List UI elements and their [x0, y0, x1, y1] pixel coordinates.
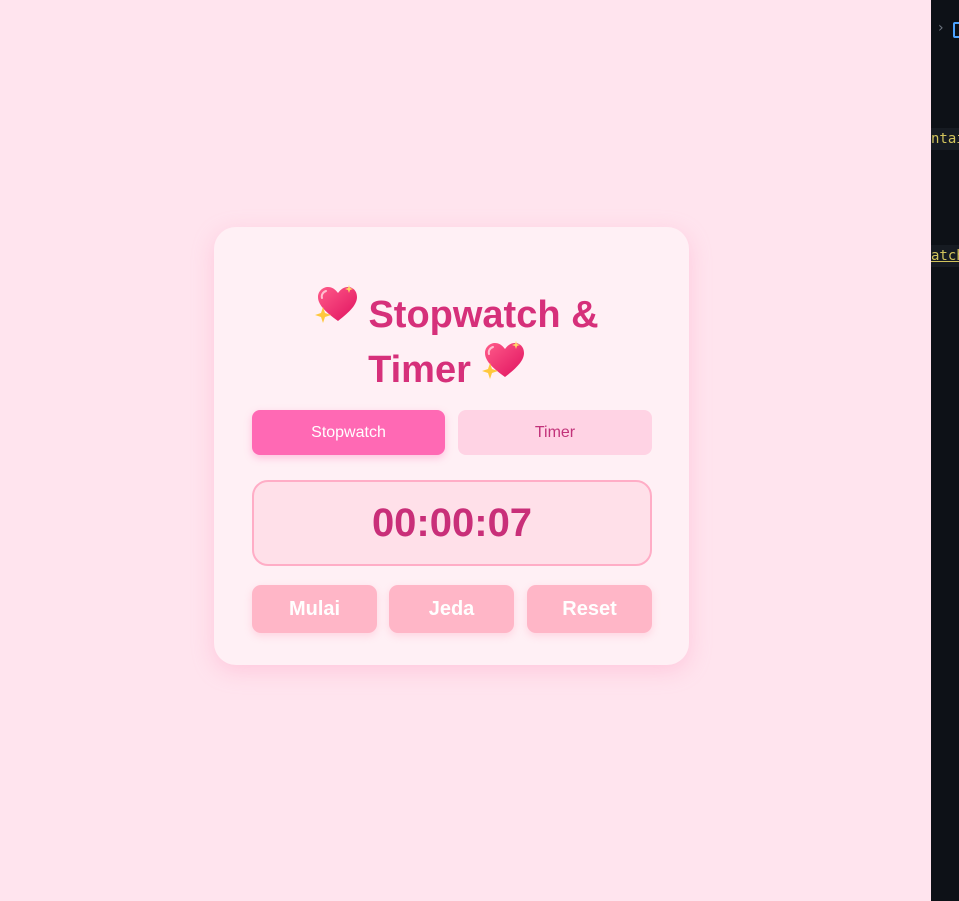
code-snippet: atch: [931, 248, 959, 264]
reset-button[interactable]: Reset: [527, 585, 652, 633]
control-buttons: Mulai Jeda Reset: [252, 585, 652, 633]
page-background: Stopwatch & Timer Stopwatch Timer 00:00:…: [0, 0, 931, 901]
tab-stopwatch[interactable]: Stopwatch: [252, 410, 445, 455]
title-line-1: Stopwatch &: [214, 285, 689, 344]
code-editor-panel: › ntai atch: [931, 0, 959, 901]
code-snippet: ntai: [931, 131, 959, 147]
mode-tabs: Stopwatch Timer: [252, 410, 652, 455]
title-text-1: Stopwatch &: [368, 294, 599, 336]
chevron-right-icon: ›: [938, 20, 944, 36]
sparkling-heart-icon: [481, 340, 525, 396]
title-line-2: Timer: [214, 340, 689, 399]
page-title: Stopwatch & Timer: [214, 285, 689, 400]
sparkling-heart-icon: [314, 285, 358, 340]
tab-timer[interactable]: Timer: [458, 410, 652, 455]
cube-icon: [953, 22, 959, 38]
start-button[interactable]: Mulai: [252, 585, 377, 633]
stopwatch-card: Stopwatch & Timer Stopwatch Timer 00:00:…: [214, 227, 689, 665]
time-display: 00:00:07: [252, 480, 652, 566]
pause-button[interactable]: Jeda: [389, 585, 514, 633]
title-text-2: Timer: [368, 349, 471, 392]
